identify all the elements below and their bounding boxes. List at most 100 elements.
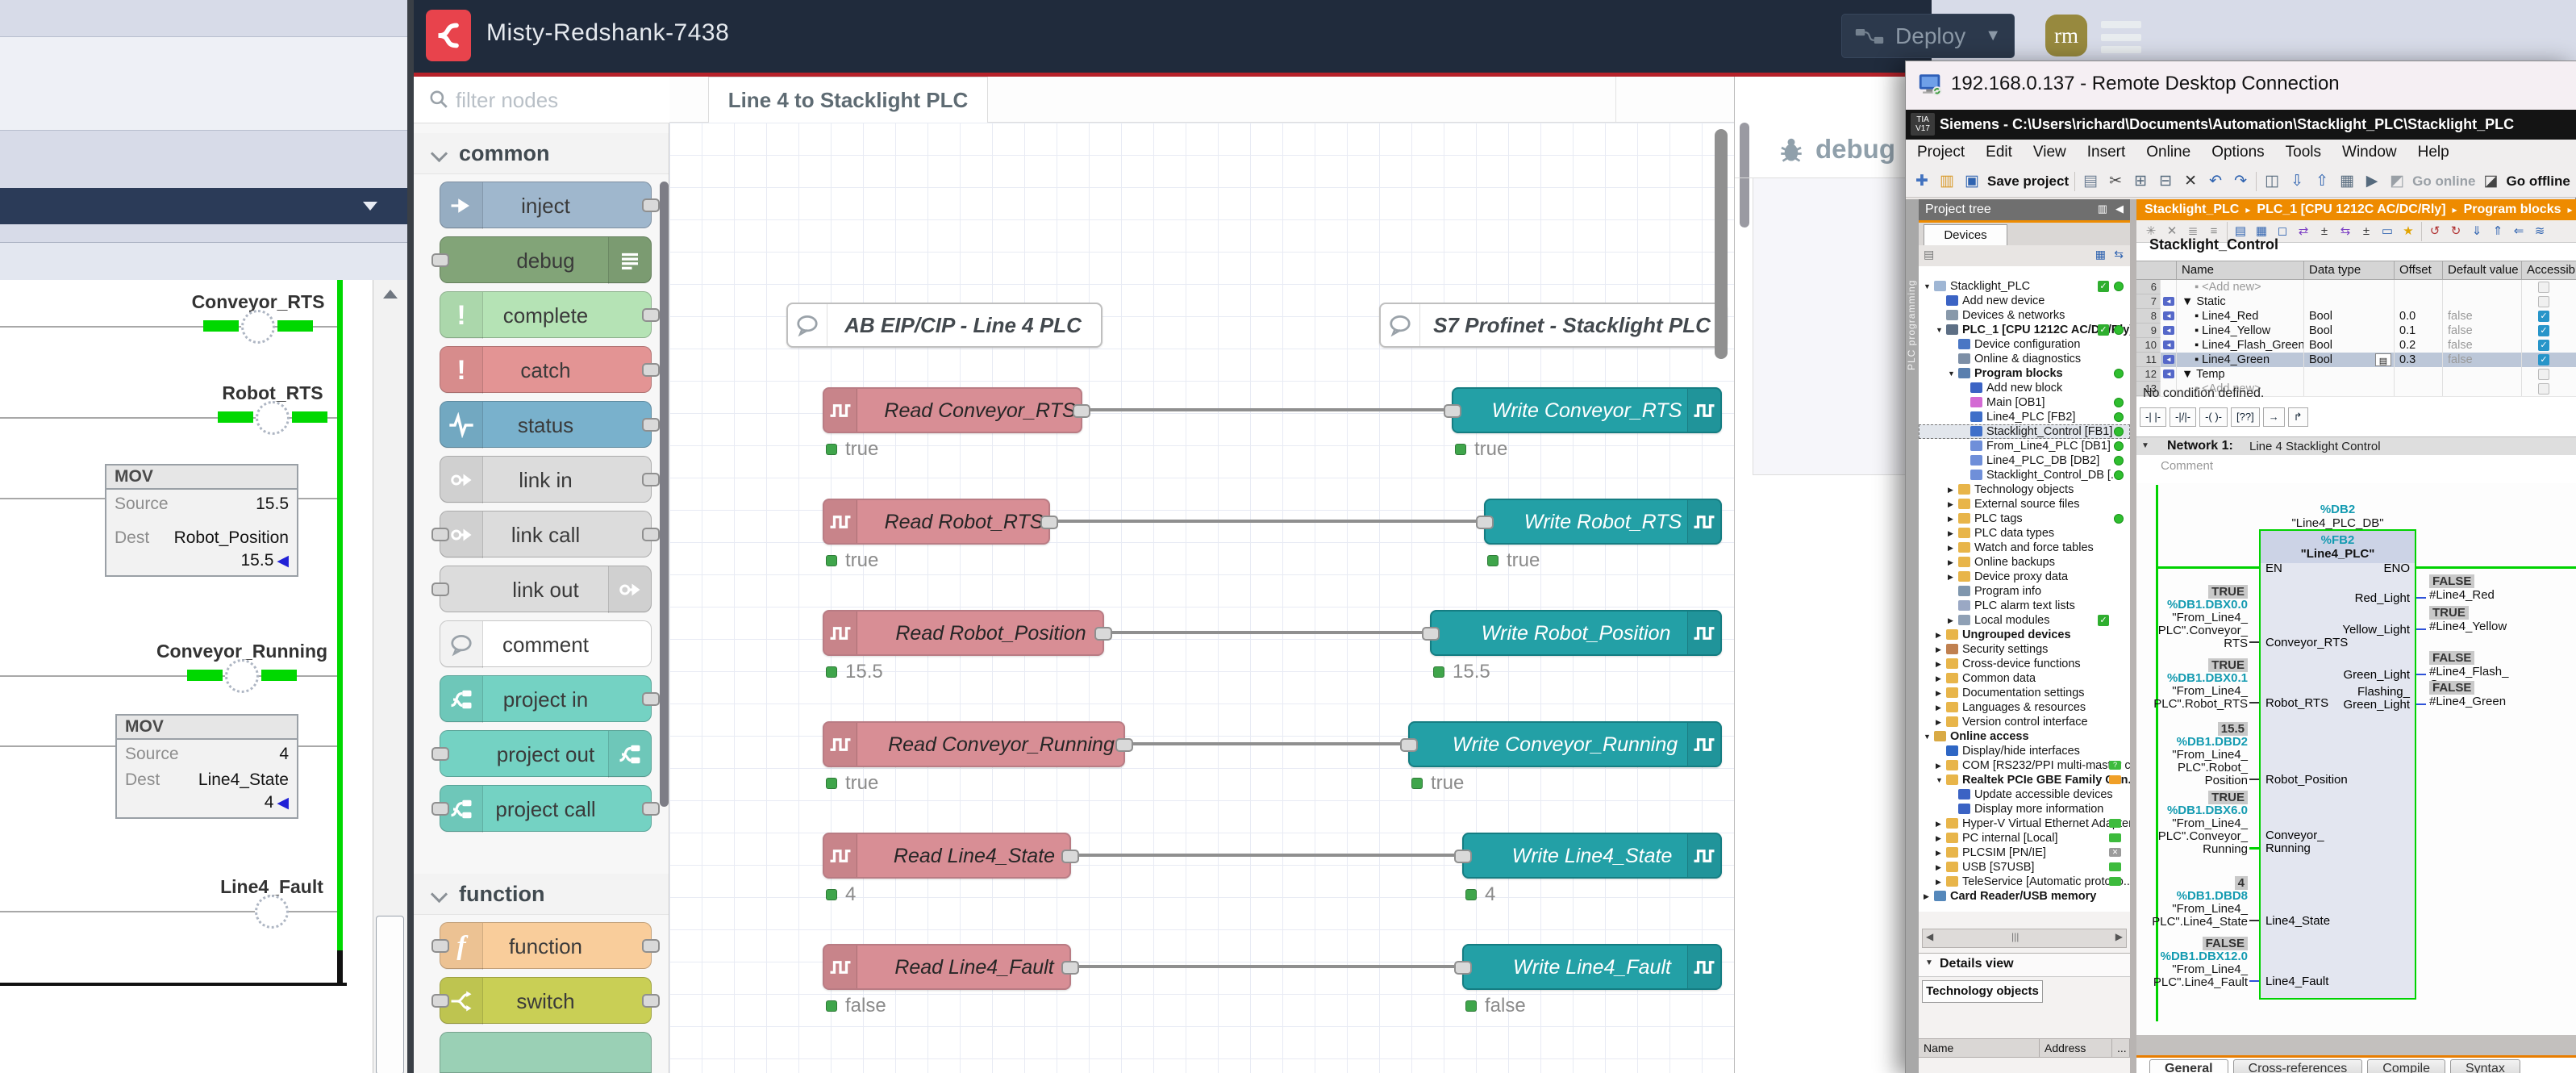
- read-node[interactable]: Read Conveyor_RTS: [823, 387, 1082, 433]
- editor-toolbar-icon[interactable]: ±: [2358, 223, 2374, 240]
- tree-item[interactable]: ▶PLCSIM [PN/IE]✕: [1919, 845, 2130, 860]
- expander-closed-icon[interactable]: ▶: [1948, 573, 1953, 582]
- menu-tools[interactable]: Tools: [2286, 144, 2321, 161]
- tag-column-data-type[interactable]: Data type: [2304, 261, 2395, 280]
- tag-table-row[interactable]: 10◄▪ Line4_Flash_GreenBool0.2false✓: [2136, 338, 2576, 353]
- expander-closed-icon[interactable]: ▶: [1948, 486, 1953, 495]
- tree-item[interactable]: Display/hide interfaces: [1919, 744, 2130, 758]
- palette-node-function[interactable]: functionf: [440, 922, 652, 969]
- expander-closed-icon[interactable]: ▶: [1936, 762, 1941, 770]
- palette-node-link out[interactable]: link out: [440, 566, 652, 612]
- checkbox-empty-icon[interactable]: [2538, 296, 2549, 307]
- palette-node-partial[interactable]: [440, 1032, 652, 1073]
- download-icon[interactable]: ⇩: [2287, 171, 2307, 192]
- expander-closed-icon[interactable]: ▶: [1936, 820, 1941, 829]
- tree-item[interactable]: Display more information: [1919, 802, 2130, 816]
- user-avatar[interactable]: rm: [2045, 15, 2087, 56]
- print-icon[interactable]: ▤: [2081, 171, 2100, 192]
- palette-node-status[interactable]: status: [440, 401, 652, 448]
- tree-item[interactable]: PLC alarm text lists: [1919, 599, 2130, 613]
- tree-item[interactable]: ▶Languages & resources: [1919, 700, 2130, 715]
- devices-tab[interactable]: Devices: [1924, 224, 2007, 245]
- output-port[interactable]: [1073, 404, 1090, 418]
- tree-item[interactable]: Stacklight_Control_DB [...: [1919, 468, 2130, 482]
- tag-name-cell[interactable]: ▼ Temp: [2177, 367, 2304, 382]
- editor-toolbar-icon[interactable]: ⇆: [2337, 223, 2353, 240]
- input-port[interactable]: [431, 253, 449, 267]
- tree-item[interactable]: Line4_PLC [FB2]: [1919, 410, 2130, 424]
- menu-insert[interactable]: Insert: [2087, 144, 2126, 161]
- expander-open-icon[interactable]: ▼: [1936, 776, 1943, 784]
- tree-item[interactable]: ▶USB [S7USB]: [1919, 860, 2130, 875]
- tree-item[interactable]: Device configuration: [1919, 337, 2130, 352]
- palette-node-link call[interactable]: link call: [440, 511, 652, 557]
- read-node[interactable]: Read Line4_State: [823, 833, 1071, 879]
- tag-name-cell[interactable]: ▪ Line4_Yellow: [2177, 324, 2304, 338]
- expander-closed-icon[interactable]: ▶: [1936, 834, 1941, 843]
- editor-toolbar-icon[interactable]: ±: [2316, 223, 2332, 240]
- output-port[interactable]: [642, 994, 660, 1008]
- tag-datatype-cell[interactable]: Bool: [2304, 338, 2395, 353]
- undo-icon[interactable]: ↶: [2206, 171, 2225, 192]
- ladder-scrollbar-thumb[interactable]: [376, 916, 404, 1073]
- copy-icon[interactable]: ⊞: [2131, 171, 2150, 192]
- network-comment[interactable]: Comment: [2161, 459, 2213, 473]
- tag-datatype-cell[interactable]: [2304, 367, 2395, 382]
- tag-datatype-cell[interactable]: Bool: [2304, 324, 2395, 338]
- expander-closed-icon[interactable]: ▶: [1936, 660, 1941, 669]
- lad-instruction-button[interactable]: →: [2263, 407, 2285, 427]
- tree-item[interactable]: Add new device: [1919, 294, 2130, 308]
- rdp-titlebar[interactable]: 192.168.0.137 - Remote Desktop Connectio…: [1906, 61, 2576, 111]
- tag-table-row[interactable]: 6▪ <Add new>: [2136, 280, 2576, 295]
- network-header[interactable]: ▼ Network 1: Line 4 Stacklight Control: [2136, 436, 2576, 455]
- menu-help[interactable]: Help: [2418, 144, 2449, 161]
- go-offline-label[interactable]: Go offline: [2507, 173, 2570, 190]
- output-port[interactable]: [1040, 516, 1058, 529]
- delete-icon[interactable]: ✕: [2181, 171, 2200, 192]
- expander-closed-icon[interactable]: ▶: [1948, 529, 1953, 538]
- tag-table-row[interactable]: 9◄▪ Line4_YellowBool0.1false✓: [2136, 324, 2576, 339]
- tree-item[interactable]: ▼PLC_1 [CPU 1212C AC/DC/Rly]✓: [1919, 323, 2130, 337]
- inspector-tab-compile[interactable]: Compile: [2367, 1059, 2445, 1073]
- lad-instruction-button[interactable]: ↱: [2288, 407, 2308, 427]
- palette-search[interactable]: filter nodes: [414, 77, 669, 123]
- palette-node-comment[interactable]: comment: [440, 620, 652, 667]
- lad-instruction-button[interactable]: -| |-: [2140, 407, 2166, 427]
- checkbox-checked-icon[interactable]: ✓: [2538, 325, 2549, 336]
- tag-table-row[interactable]: 8◄▪ Line4_RedBool0.0false✓: [2136, 309, 2576, 324]
- expander-open-icon[interactable]: ▼: [1924, 282, 1931, 290]
- input-port[interactable]: [431, 747, 449, 761]
- coil-symbol[interactable]: [225, 659, 259, 693]
- expander-closed-icon[interactable]: ▶: [1948, 544, 1953, 553]
- breadcrumb-item[interactable]: PLC_1 [CPU 1212C AC/DC/Rly]: [2257, 202, 2445, 217]
- write-node[interactable]: Write Line4_Fault: [1462, 944, 1722, 990]
- tree-item[interactable]: ▼Realtek PCIe GBE Family Con...: [1919, 773, 2130, 787]
- tag-datatype-cell[interactable]: [2304, 280, 2395, 294]
- input-port[interactable]: [1422, 627, 1440, 641]
- tree-filter-icon[interactable]: ▤: [1924, 248, 1934, 261]
- go-online-icon[interactable]: ◩: [2387, 171, 2407, 192]
- write-node[interactable]: Write Conveyor_Running: [1408, 721, 1722, 767]
- expander-closed-icon[interactable]: ▶: [1924, 892, 1929, 901]
- expander-closed-icon[interactable]: ▶: [1936, 863, 1941, 872]
- tree-item[interactable]: ▶Online backups: [1919, 555, 2130, 570]
- expander-closed-icon[interactable]: ▶: [1948, 515, 1953, 524]
- palette-scrollbar-thumb[interactable]: [660, 182, 669, 807]
- tag-datatype-cell[interactable]: [2304, 294, 2395, 309]
- flow-tab[interactable]: Line 4 to Stacklight PLC: [708, 77, 988, 123]
- fb-block[interactable]: %FB2"Line4_PLC"ENENOConveyor_RTSRobot_RT…: [2259, 529, 2416, 1000]
- save-project-label[interactable]: Save project: [1987, 173, 2069, 190]
- expander-closed-icon[interactable]: ▶: [1936, 645, 1941, 654]
- read-node[interactable]: Read Robot_Position: [823, 610, 1104, 656]
- expander-open-icon[interactable]: ▼: [1936, 326, 1943, 334]
- input-port[interactable]: [431, 528, 449, 541]
- tree-item[interactable]: Main [OB1]: [1919, 395, 2130, 410]
- checkbox-checked-icon[interactable]: ✓: [2538, 354, 2549, 365]
- tag-datatype-cell[interactable]: Bool: [2304, 309, 2395, 324]
- go-online-label[interactable]: Go online: [2412, 173, 2475, 190]
- output-port[interactable]: [642, 473, 660, 486]
- editor-toolbar-icon[interactable]: ★: [2400, 223, 2416, 240]
- expander-closed-icon[interactable]: ▶: [1948, 616, 1953, 625]
- palette-node-complete[interactable]: complete!: [440, 291, 652, 338]
- menu-window[interactable]: Window: [2342, 144, 2397, 161]
